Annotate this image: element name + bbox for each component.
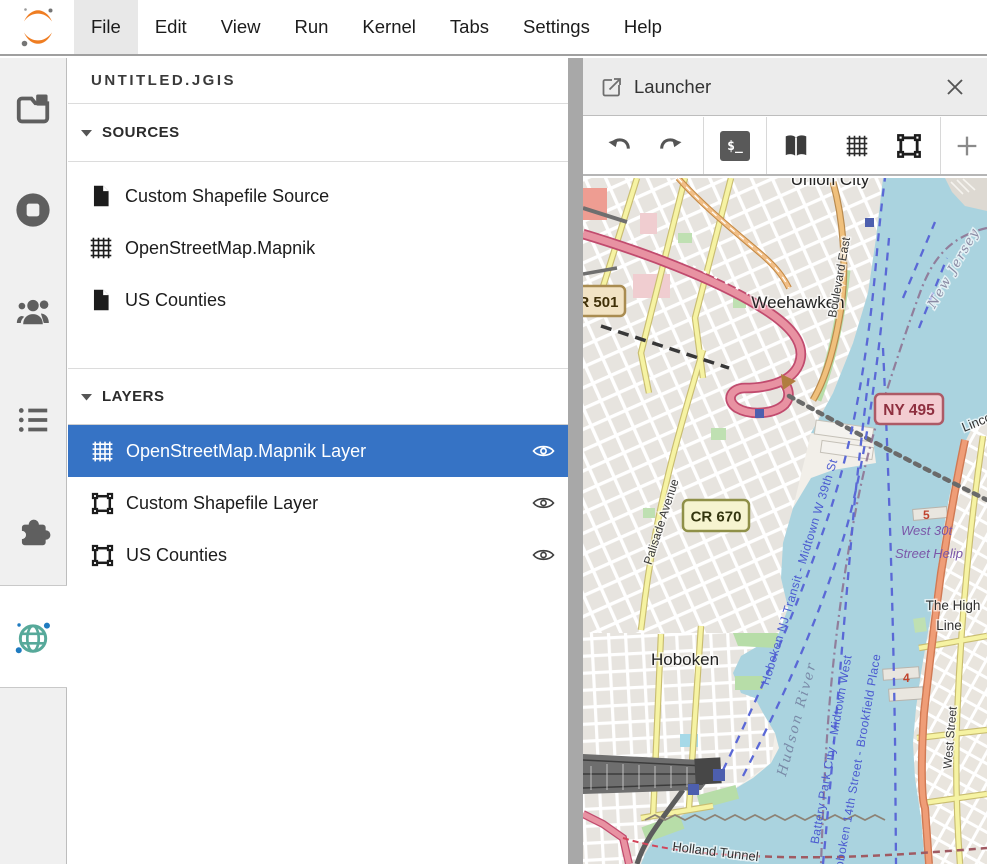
sidebar-tab-running[interactable]: [14, 191, 52, 229]
layer-label: OpenStreetMap.Mapnik Layer: [126, 441, 531, 462]
main-dock-panel: Launcher: [583, 58, 987, 864]
file-icon: [88, 183, 114, 209]
menu-run[interactable]: Run: [277, 0, 345, 54]
sidebar-tab-table-of-contents[interactable]: [14, 401, 52, 439]
list-icon: [14, 401, 52, 439]
layer-row-custom-shapefile[interactable]: Custom Shapefile Layer: [68, 477, 568, 529]
route-shield-cr501: CR 501: [583, 286, 625, 316]
toolbar-separator: [703, 117, 704, 174]
shield-label: CR 501: [583, 294, 618, 311]
sidebar-tab-extension-manager[interactable]: [14, 512, 52, 550]
sources-list: Custom Shapefile Source OpenStreetMap.Ma…: [68, 162, 568, 326]
undo-button[interactable]: [604, 131, 634, 161]
shield-label: CR 670: [691, 509, 742, 526]
toolbar-separator: [940, 117, 941, 174]
openstreetmap-canvas[interactable]: CR 501 CR 670 NY 495 Union City Weehawke…: [583, 178, 987, 864]
label-union-city: Union City: [791, 178, 870, 189]
add-vector-layer-button[interactable]: [894, 131, 924, 161]
source-item[interactable]: OpenStreetMap.Mapnik: [68, 222, 568, 274]
vector-polygon-icon: [895, 132, 923, 160]
vector-polygon-icon: [90, 543, 115, 568]
redo-button[interactable]: [656, 131, 686, 161]
label-heliport-2: Street Helip: [895, 546, 963, 561]
label-pier-4: 4: [903, 671, 910, 685]
undo-icon: [605, 132, 633, 160]
new-launcher-button[interactable]: [952, 131, 982, 161]
layers-list: OpenStreetMap.Mapnik Layer: [68, 425, 568, 581]
label-high-line-1: The High: [926, 598, 981, 613]
sources-section-label: SOURCES: [102, 124, 180, 141]
users-icon: [14, 291, 52, 329]
jupyter-logo-icon: [16, 5, 60, 49]
folder-icon: [14, 89, 52, 127]
close-tab-icon[interactable]: [943, 75, 967, 99]
chevron-down-icon: [81, 129, 92, 137]
layer-label: Custom Shapefile Layer: [126, 493, 531, 514]
layer-row-osm-mapnik[interactable]: OpenStreetMap.Mapnik Layer: [68, 425, 568, 477]
menu-bar: File Edit View Run Kernel Tabs Settings …: [0, 0, 987, 56]
source-item-label: OpenStreetMap.Mapnik: [125, 238, 315, 259]
sidebar-tab-jupytergis[interactable]: [14, 618, 52, 656]
route-shield-ny495: NY 495: [875, 394, 943, 424]
layer-label: US Counties: [126, 545, 531, 566]
jupytergis-side-panel: UNTITLED.JGIS SOURCES Custom Shapefile S…: [68, 58, 568, 864]
launcher-icon: [600, 75, 624, 99]
tab-launcher[interactable]: Launcher: [634, 76, 711, 98]
sources-section-header[interactable]: SOURCES: [68, 104, 568, 162]
source-item-label: US Counties: [125, 290, 226, 311]
vector-polygon-icon: [90, 491, 115, 516]
source-item[interactable]: US Counties: [68, 274, 568, 326]
map-toolbar: $_: [583, 117, 987, 176]
chevron-down-icon: [81, 393, 92, 401]
visibility-eye-icon[interactable]: [531, 544, 556, 566]
menu-tabs[interactable]: Tabs: [433, 0, 506, 54]
label-high-line-2: Line: [936, 618, 962, 633]
label-pier-5: 5: [923, 508, 930, 522]
map-viewport[interactable]: CR 501 CR 670 NY 495 Union City Weehawke…: [583, 178, 987, 864]
shield-label: NY 495: [883, 402, 935, 419]
menu-help[interactable]: Help: [607, 0, 679, 54]
plus-icon: [953, 132, 981, 160]
label-hoboken: Hoboken: [651, 650, 719, 669]
open-book-icon: [781, 131, 811, 161]
raster-grid-icon: [844, 133, 870, 159]
document-title: UNTITLED.JGIS: [68, 58, 568, 104]
raster-grid-icon: [90, 439, 115, 464]
menu-view[interactable]: View: [204, 0, 278, 54]
layers-section-label: LAYERS: [102, 388, 164, 405]
label-heliport-1: West 30t: [901, 523, 953, 538]
sidebar-tab-file-browser[interactable]: [14, 89, 52, 127]
source-item[interactable]: Custom Shapefile Source: [68, 170, 568, 222]
activity-bar: [0, 58, 67, 864]
raster-grid-icon: [88, 235, 114, 261]
globe-icon: [14, 618, 52, 656]
layer-row-us-counties[interactable]: US Counties: [68, 529, 568, 581]
menu-settings[interactable]: Settings: [506, 0, 607, 54]
terminal-icon: $_: [720, 131, 750, 161]
console-button[interactable]: $_: [720, 131, 750, 161]
menu-file[interactable]: File: [74, 0, 138, 54]
puzzle-icon: [14, 512, 52, 550]
redo-icon: [657, 132, 685, 160]
menu-kernel[interactable]: Kernel: [345, 0, 432, 54]
route-shield-cr670: CR 670: [683, 500, 749, 531]
toolbar-separator: [766, 117, 767, 174]
identify-button[interactable]: [781, 131, 811, 161]
menu-edit[interactable]: Edit: [138, 0, 204, 54]
file-icon: [88, 287, 114, 313]
panel-splitter-handle[interactable]: [568, 58, 583, 864]
source-item-label: Custom Shapefile Source: [125, 186, 329, 207]
visibility-eye-icon[interactable]: [531, 440, 556, 462]
layers-section-header[interactable]: LAYERS: [68, 368, 568, 425]
dock-tab-bar: Launcher: [583, 58, 987, 116]
add-raster-layer-button[interactable]: [842, 131, 872, 161]
jupyterlab-window: File Edit View Run Kernel Tabs Settings …: [0, 0, 987, 864]
sidebar-tab-collaboration[interactable]: [14, 291, 52, 329]
visibility-eye-icon[interactable]: [531, 492, 556, 514]
stop-circle-icon: [14, 191, 52, 229]
